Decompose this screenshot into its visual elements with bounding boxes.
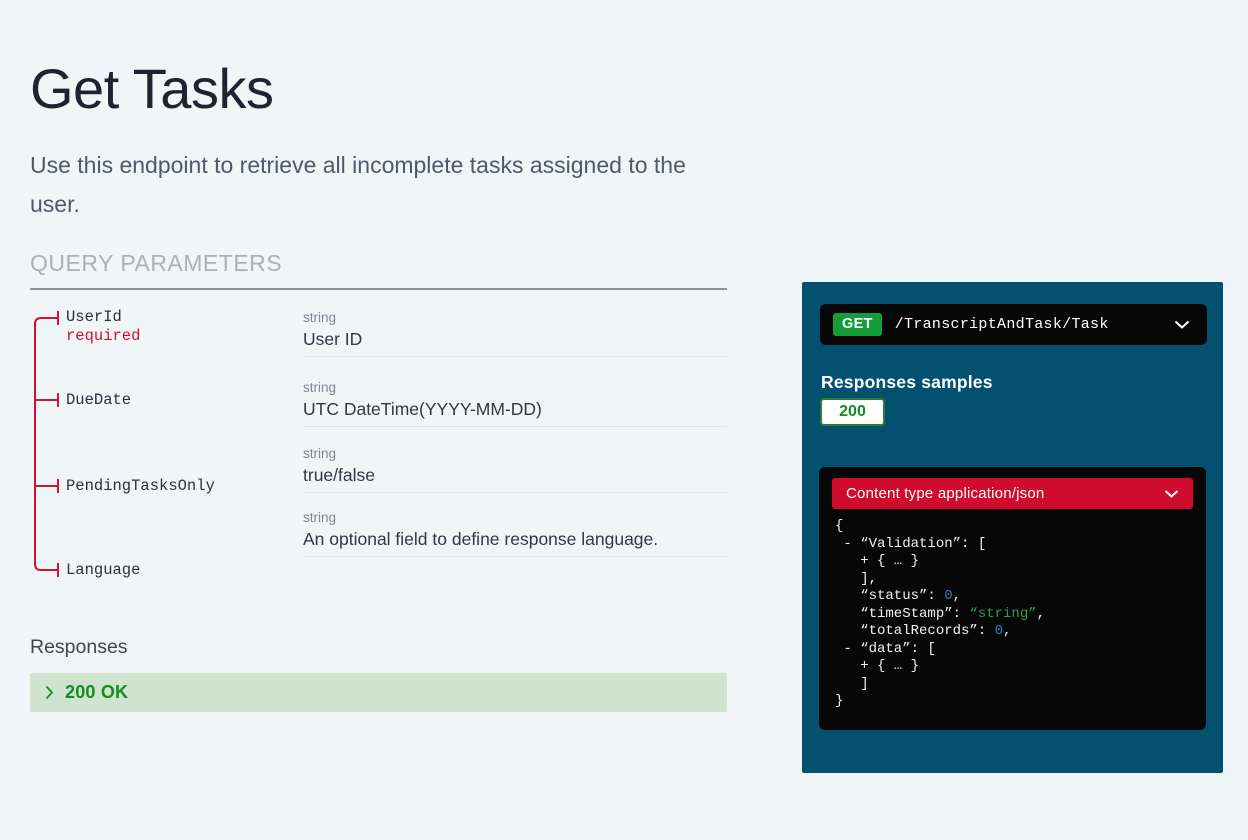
response-200-row[interactable]: 200 OK [30,673,727,712]
param-description: An optional field to define response lan… [303,528,727,550]
api-doc-page: Get Tasks Use this endpoint to retrieve … [0,0,1248,840]
param-detail-row: string UTC DateTime(YYYY-MM-DD) [303,380,727,427]
json-sample-code: { - “Validation”: [ + { … } ], “status”:… [832,518,1193,711]
content-type-dropdown[interactable]: Content type application/json [832,478,1193,509]
param-name-userid: UserId required [66,308,140,346]
parameter-tree [30,300,60,590]
param-detail-row: string An optional field to define respo… [303,510,727,557]
responses-samples-heading: Responses samples [821,372,993,393]
page-title: Get Tasks [30,56,273,121]
response-sample-card: Content type application/json { - “Valid… [819,467,1206,730]
param-name-duedate: DueDate [66,391,131,410]
param-type: string [303,510,727,526]
param-type: string [303,446,727,462]
responses-heading: Responses [30,636,128,659]
param-description: User ID [303,328,727,350]
param-type: string [303,310,727,326]
param-description: true/false [303,464,727,486]
param-description: UTC DateTime(YYYY-MM-DD) [303,398,727,420]
param-detail-row: string User ID [303,310,727,357]
query-parameters-section: UserId required DueDate PendingTasksOnly… [30,300,727,592]
sample-panel: GET /TranscriptAndTask/Task Responses sa… [802,282,1223,773]
sample-tab-200[interactable]: 200 [820,398,885,426]
http-method-badge: GET [833,313,882,336]
chevron-right-icon [45,685,54,700]
content-type-label: Content type application/json [846,485,1044,502]
chevron-down-icon[interactable] [1174,320,1190,329]
query-parameters-heading: QUERY PARAMETERS [30,250,727,290]
param-detail-row: string true/false [303,446,727,493]
param-type: string [303,380,727,396]
param-required-badge: required [66,327,140,346]
param-name-pendingtasksonly: PendingTasksOnly [66,477,215,496]
endpoint-description: Use this endpoint to retrieve all incomp… [30,146,695,224]
chevron-down-icon[interactable] [1164,490,1179,498]
endpoint-dropdown[interactable]: GET /TranscriptAndTask/Task [820,304,1207,345]
param-name-language: Language [66,561,140,580]
endpoint-path: /TranscriptAndTask/Task [895,316,1109,333]
response-status-label: 200 OK [65,682,128,703]
